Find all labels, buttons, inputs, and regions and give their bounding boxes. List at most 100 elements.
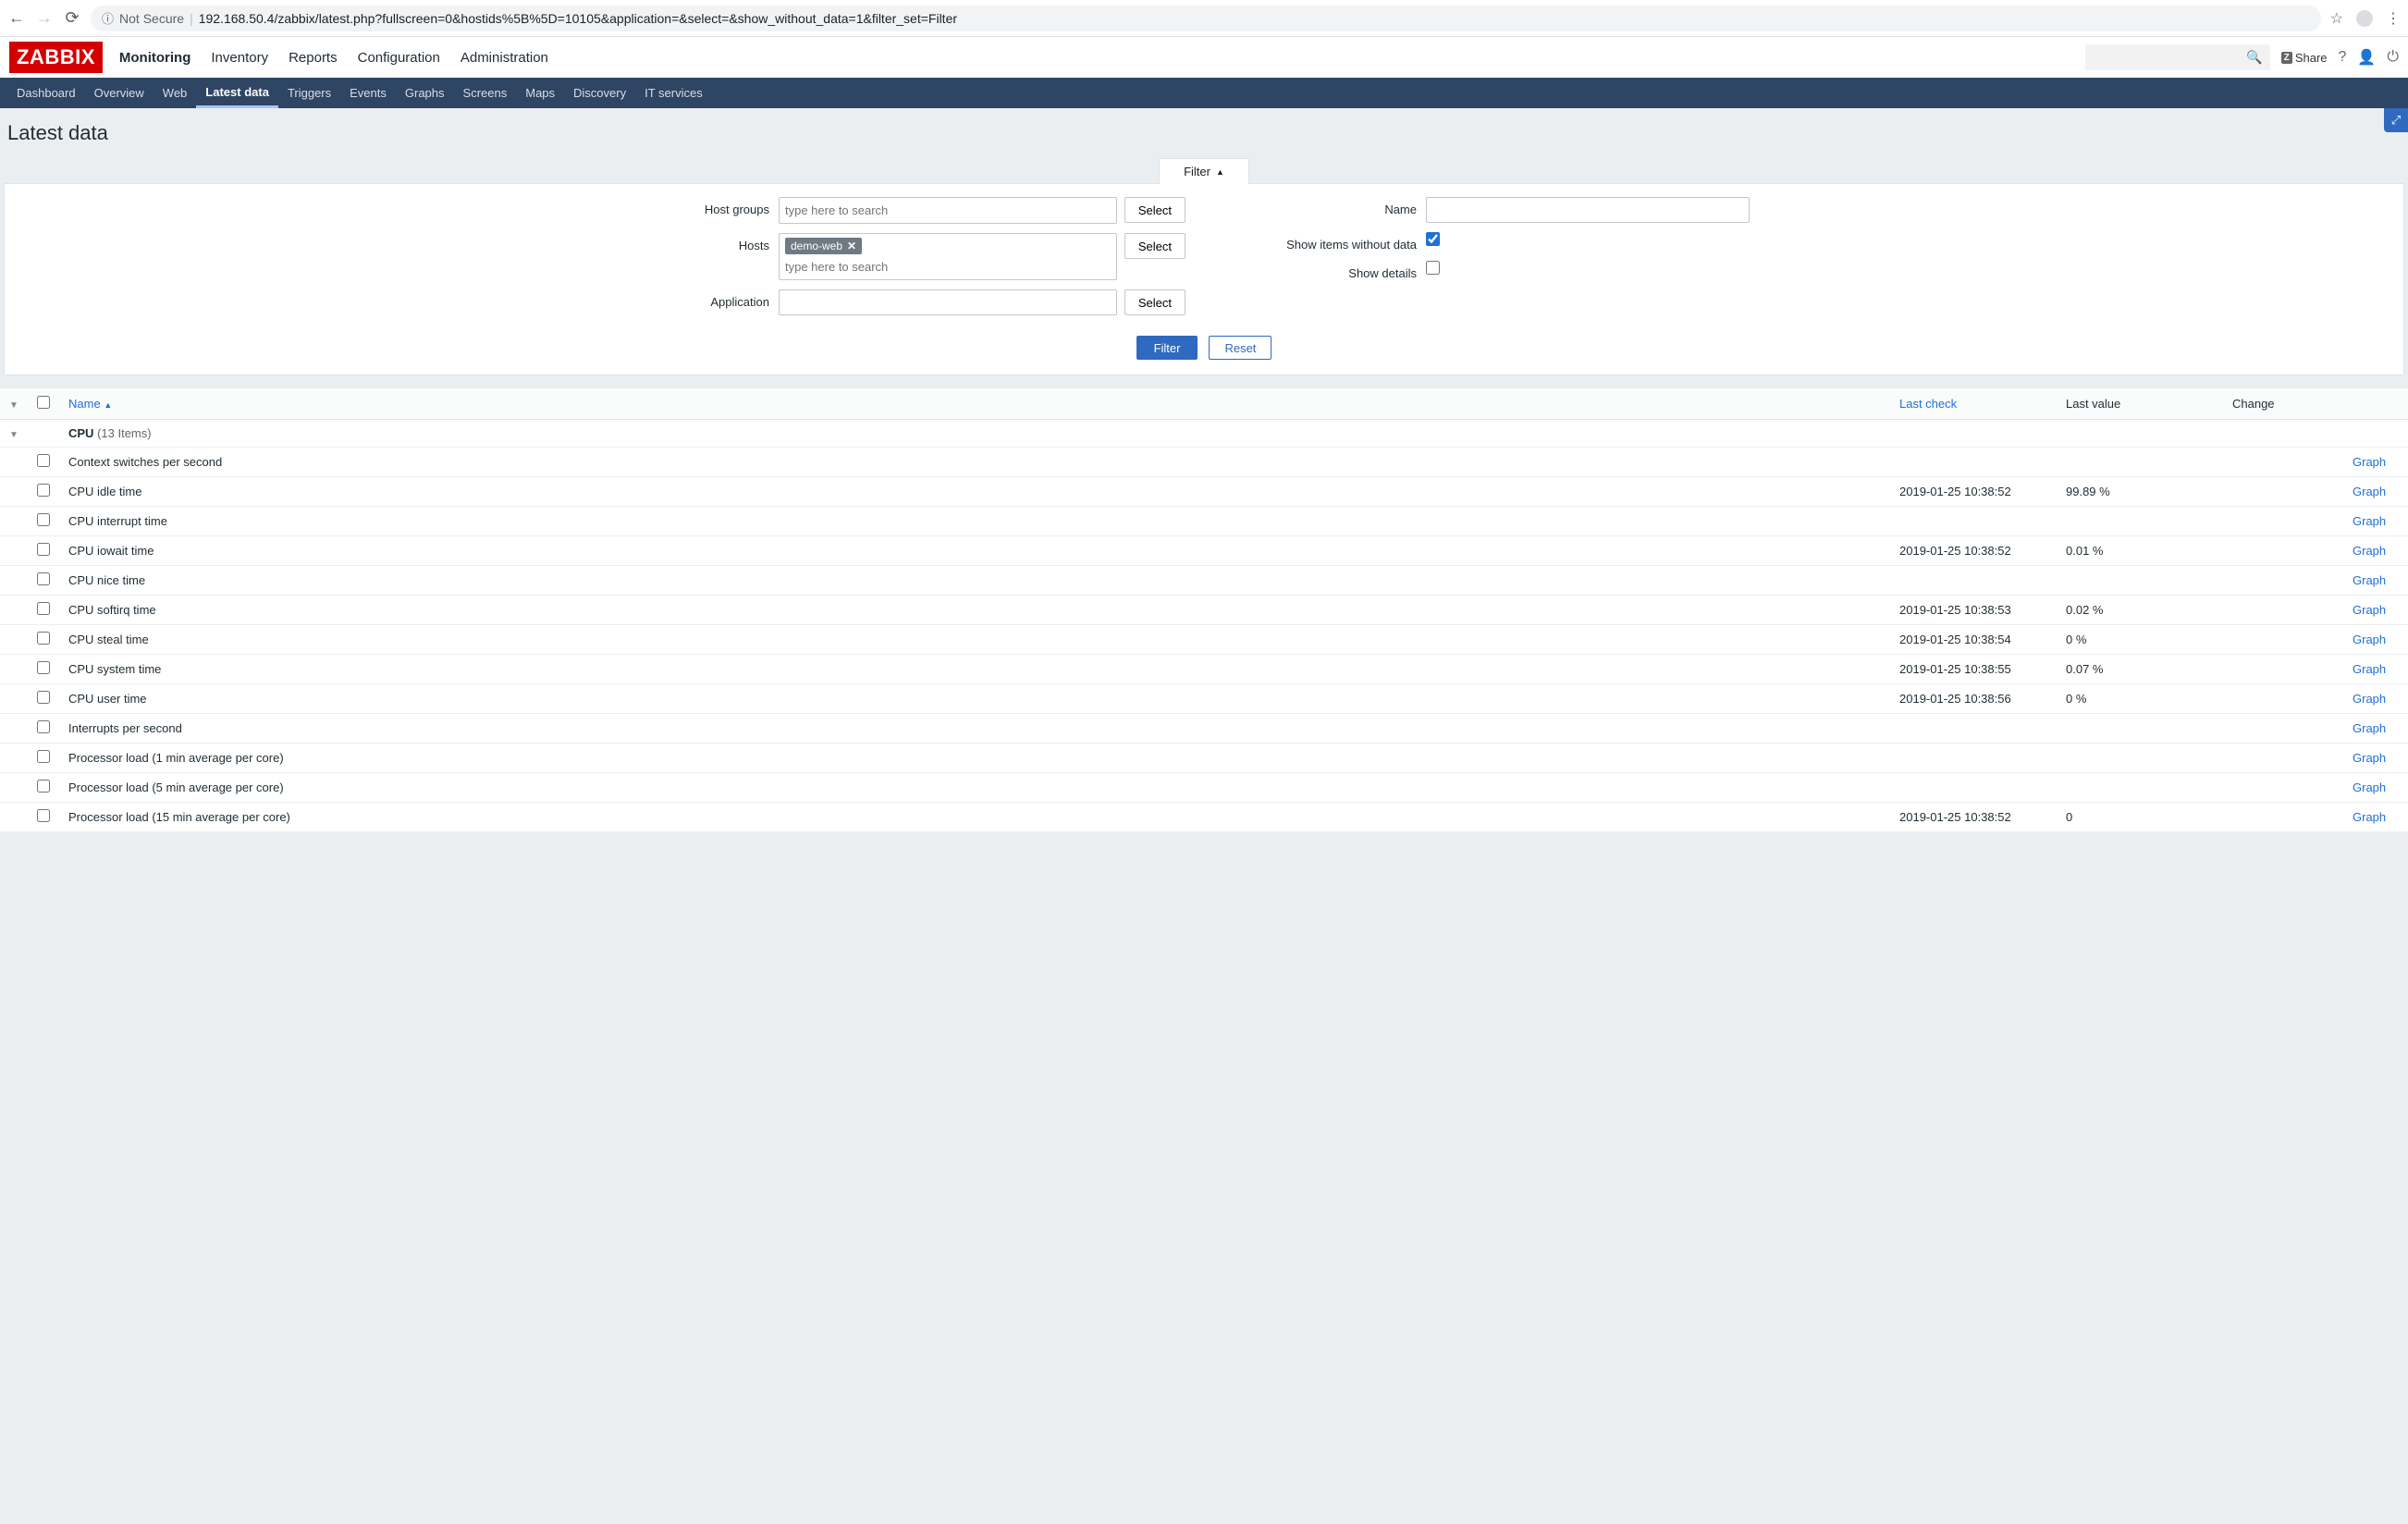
browser-menu-icon[interactable]: ⋮ [2386,9,2401,28]
browser-reload-button[interactable]: ⟳ [63,8,81,28]
search-icon[interactable]: 🔍 [2246,50,2262,66]
sub-nav-item-screens[interactable]: Screens [454,78,517,108]
sub-nav-item-discovery[interactable]: Discovery [564,78,635,108]
row-checkbox[interactable] [37,809,50,822]
graph-link[interactable]: Graph [2353,692,2386,706]
browser-forward-button[interactable]: → [35,8,54,28]
graph-link[interactable]: Graph [2353,633,2386,646]
power-icon[interactable]: ⏻ [2387,49,2399,66]
item-name: Context switches per second [59,448,1890,477]
table-row: CPU steal time2019-01-25 10:38:540 % Grap… [0,625,2408,655]
main-nav-item-inventory[interactable]: Inventory [211,41,268,75]
item-name: Processor load (1 min average per core) [59,744,1890,773]
show-items-without-data-label: Show items without data [1222,232,1426,252]
row-checkbox[interactable] [37,513,50,526]
item-change [2223,655,2343,684]
item-last-check [1890,773,2057,803]
help-icon[interactable]: ? [2339,49,2347,66]
user-icon[interactable]: 👤 [2357,48,2376,67]
main-nav-item-administration[interactable]: Administration [461,41,548,75]
group-toggle[interactable]: ▼ [9,430,18,440]
app-header: ZABBIX Monitoring Inventory Reports Configu… [0,37,2408,78]
name-filter-input[interactable] [1426,197,1750,223]
row-checkbox[interactable] [37,572,50,585]
hosts-input[interactable]: demo-web✕ [779,233,1117,280]
profile-icon[interactable] [2356,10,2373,27]
item-change [2223,477,2343,507]
global-search-input[interactable] [2085,44,2270,70]
graph-link[interactable]: Graph [2353,810,2386,824]
hosts-select-button[interactable]: Select [1124,233,1186,259]
row-checkbox[interactable] [37,661,50,674]
item-last-check: 2019-01-25 10:38:52 [1890,803,2057,832]
fullscreen-button[interactable]: ⤢ [2384,108,2408,132]
graph-link[interactable]: Graph [2353,751,2386,765]
graph-link[interactable]: Graph [2353,780,2386,794]
host-groups-select-button[interactable]: Select [1124,197,1186,223]
application-select-button[interactable]: Select [1124,289,1186,315]
row-checkbox[interactable] [37,543,50,556]
remove-tag-icon[interactable]: ✕ [847,240,856,252]
row-checkbox[interactable] [37,632,50,645]
filter-toggle[interactable]: Filter ▲ [1159,158,1249,184]
show-items-without-data-checkbox[interactable] [1426,232,1440,246]
expand-all-toggle[interactable]: ▼ [9,400,18,411]
graph-link[interactable]: Graph [2353,721,2386,735]
show-details-checkbox[interactable] [1426,261,1440,275]
graph-link[interactable]: Graph [2353,662,2386,676]
row-checkbox[interactable] [37,484,50,497]
sub-nav-item-latest-data[interactable]: Latest data [196,78,278,108]
browser-chrome: ← → ⟳ ⓘ Not Secure | 192.168.50.4/zabbix… [0,0,2408,37]
item-last-value: 0 % [2057,625,2223,655]
row-checkbox[interactable] [37,720,50,733]
sub-nav-item-dashboard[interactable]: Dashboard [7,78,85,108]
sub-nav-item-triggers[interactable]: Triggers [278,78,340,108]
share-button[interactable]: ZShare [2281,51,2328,65]
sub-nav-item-maps[interactable]: Maps [516,78,564,108]
browser-back-button[interactable]: ← [7,8,26,28]
row-checkbox[interactable] [37,454,50,467]
sub-nav-item-overview[interactable]: Overview [85,78,154,108]
sub-nav-item-events[interactable]: Events [340,78,396,108]
item-last-check: 2019-01-25 10:38:52 [1890,477,2057,507]
item-change [2223,566,2343,596]
graph-link[interactable]: Graph [2353,544,2386,558]
graph-link[interactable]: Graph [2353,514,2386,528]
sub-nav-item-graphs[interactable]: Graphs [396,78,454,108]
graph-link[interactable]: Graph [2353,573,2386,587]
row-checkbox[interactable] [37,602,50,615]
main-nav-item-reports[interactable]: Reports [289,41,338,75]
graph-link[interactable]: Graph [2353,455,2386,469]
main-nav: Monitoring Inventory Reports Configuration A… [119,41,548,75]
item-change [2223,625,2343,655]
main-nav-item-monitoring[interactable]: Monitoring [119,41,190,75]
bookmark-star-icon[interactable]: ☆ [2330,9,2343,28]
select-all-checkbox[interactable] [37,396,50,409]
filter-apply-button[interactable]: Filter [1136,336,1198,360]
row-checkbox[interactable] [37,780,50,793]
item-change [2223,448,2343,477]
item-name: CPU steal time [59,625,1890,655]
graph-link[interactable]: Graph [2353,485,2386,498]
graph-link[interactable]: Graph [2353,603,2386,617]
item-change [2223,803,2343,832]
column-header-name[interactable]: Name ▲ [59,388,1890,420]
item-name: CPU softirq time [59,596,1890,625]
row-checkbox[interactable] [37,750,50,763]
browser-address-bar[interactable]: ⓘ Not Secure | 192.168.50.4/zabbix/lates… [91,6,2321,31]
host-groups-input[interactable] [779,197,1117,224]
application-input[interactable] [779,289,1117,315]
sort-asc-icon: ▲ [104,400,112,410]
item-last-value [2057,714,2223,744]
filter-reset-button[interactable]: Reset [1209,336,1272,360]
address-separator: | [190,11,193,26]
column-header-last-check[interactable]: Last check [1890,388,2057,420]
sub-nav-item-it-services[interactable]: IT services [635,78,712,108]
app-logo[interactable]: ZABBIX [9,42,103,73]
item-last-check: 2019-01-25 10:38:55 [1890,655,2057,684]
table-row: Context switches per second Graph [0,448,2408,477]
main-nav-item-configuration[interactable]: Configuration [358,41,440,75]
item-last-check: 2019-01-25 10:38:52 [1890,536,2057,566]
item-last-check: 2019-01-25 10:38:54 [1890,625,2057,655]
row-checkbox[interactable] [37,691,50,704]
